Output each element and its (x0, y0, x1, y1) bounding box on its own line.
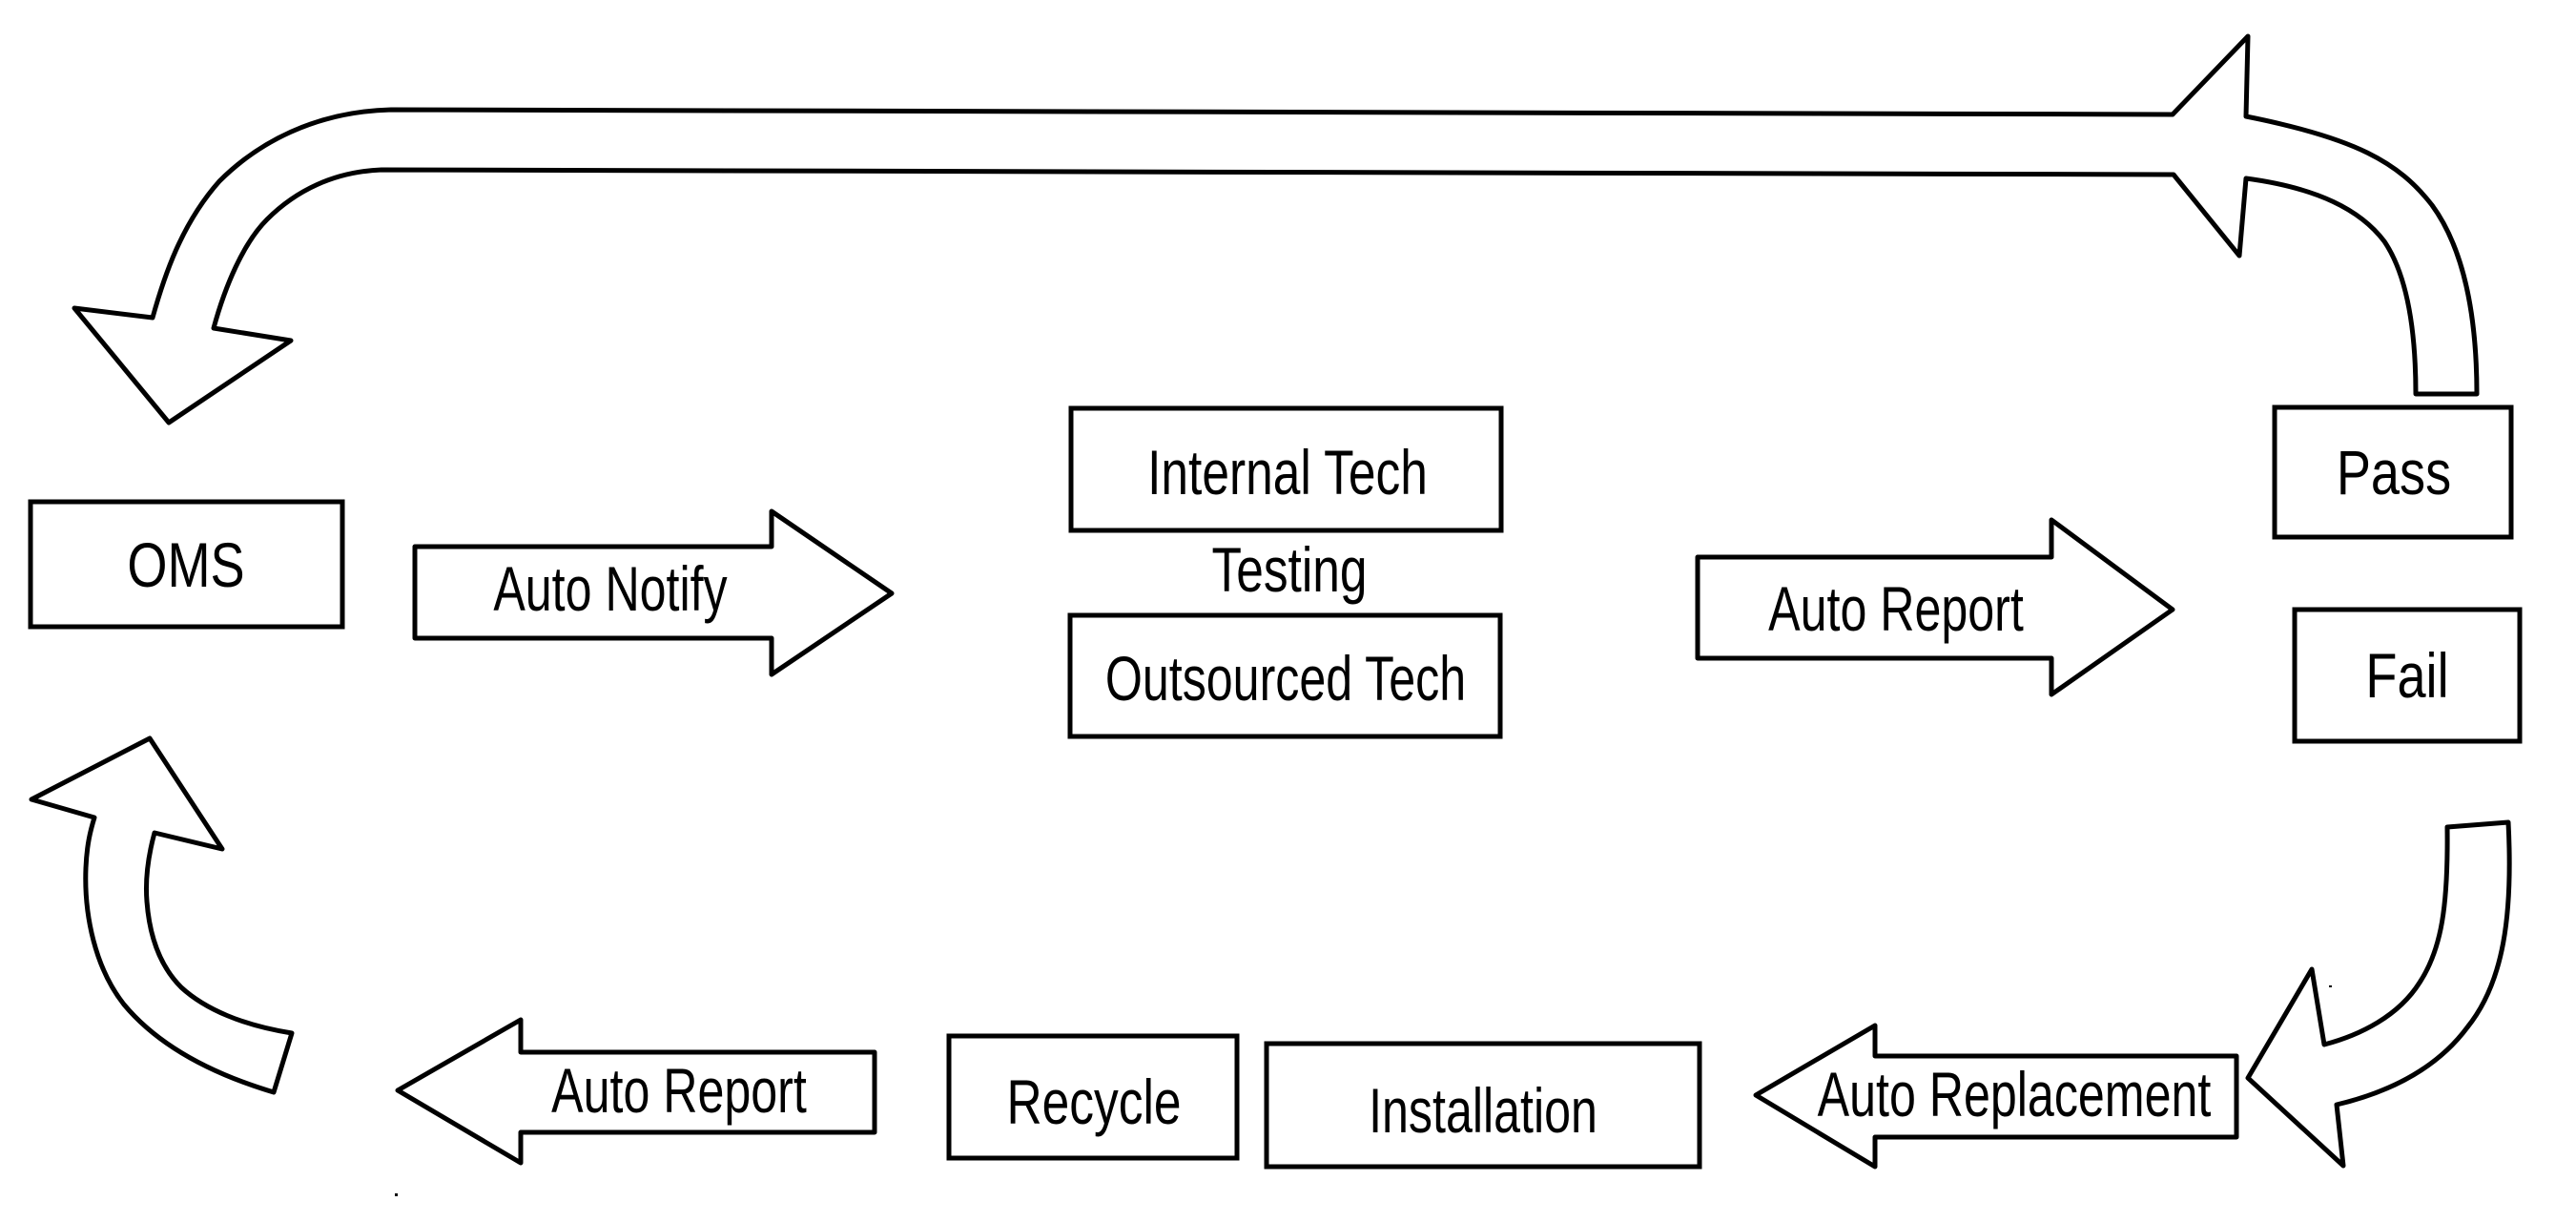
auto-report-bottom-label: Auto Report (551, 1056, 807, 1126)
oms-label: OMS (127, 529, 244, 600)
scan-speck (2329, 985, 2332, 987)
auto-replacement-arrow[interactable]: Auto Replacement (1753, 1023, 2239, 1170)
scan-speck (395, 1193, 398, 1196)
installation-label: Installation (1369, 1076, 1597, 1146)
auto-report-top-arrow[interactable]: Auto Report (1695, 517, 2175, 697)
outsourced-tech-node[interactable]: Outsourced Tech (1067, 612, 1503, 739)
fail-label: Fail (2365, 640, 2448, 711)
pass-label: Pass (2337, 437, 2451, 507)
pass-node[interactable]: Pass (2272, 404, 2514, 540)
recycle-node[interactable]: Recycle (946, 1033, 1240, 1161)
fail-node[interactable]: Fail (2292, 607, 2523, 744)
return-loop-arrow (72, 33, 2480, 425)
auto-replacement-label: Auto Replacement (1818, 1060, 2212, 1129)
installation-node[interactable]: Installation (1264, 1041, 1702, 1170)
auto-report-bottom-arrow[interactable]: Auto Report (395, 1017, 877, 1166)
internal-tech-label: Internal Tech (1147, 437, 1428, 508)
auto-report-top-label: Auto Report (1768, 574, 2024, 644)
outsourced-tech-label: Outsourced Tech (1105, 644, 1466, 714)
auto-notify-arrow[interactable]: Auto Notify (412, 508, 895, 677)
process-flow-diagram: OMS Auto Notify Internal Tech Testing Ou… (28, 33, 2523, 1196)
recycle-label: Recycle (1006, 1067, 1181, 1138)
internal-tech-node[interactable]: Internal Tech (1068, 405, 1504, 533)
fail-to-replacement-arrow (2245, 819, 2512, 1169)
report-to-oms-arrow (29, 735, 295, 1095)
auto-notify-label: Auto Notify (493, 554, 728, 624)
oms-node[interactable]: OMS (28, 499, 345, 630)
testing-label: Testing (1211, 534, 1367, 606)
